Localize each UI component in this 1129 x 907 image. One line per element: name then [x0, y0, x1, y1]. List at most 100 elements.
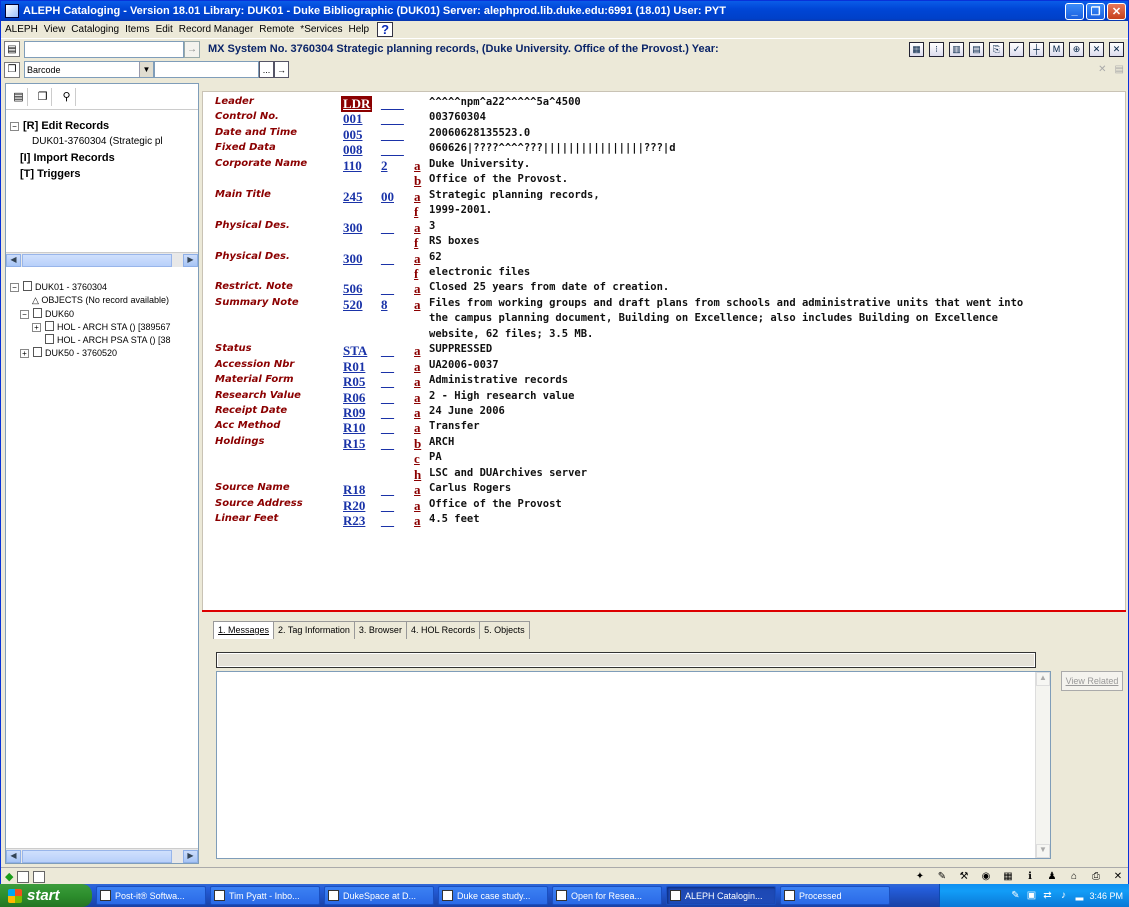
tree-hol-arch-psa[interactable]: HOL - ARCH PSA STA () [38: [45, 334, 171, 345]
tab-hol-records[interactable]: 4. HOL Records: [405, 621, 481, 639]
nav-record-icon[interactable]: ▤: [10, 87, 28, 106]
tab-tag-information[interactable]: 2. Tag Information: [273, 621, 355, 639]
tree-edit-records[interactable]: − [R] Edit Records: [10, 120, 109, 132]
marc-field-row[interactable]: Research Value R06 __ a 2 - High research va…: [203, 390, 1123, 405]
tree-duk01[interactable]: − DUK01 - 3760304: [10, 281, 107, 292]
search-go-button[interactable]: →: [274, 61, 289, 78]
menu-remote[interactable]: Remote: [259, 24, 294, 35]
menu-cataloging[interactable]: Cataloging: [71, 24, 119, 35]
tree-view-icon[interactable]: ⁝: [929, 41, 944, 57]
person-icon[interactable]: ♟: [1044, 870, 1060, 884]
marc-field-row[interactable]: the campus planning document, Building o…: [203, 312, 1123, 327]
info-icon[interactable]: ℹ: [1022, 870, 1038, 884]
printer-icon[interactable]: ⎙: [1088, 870, 1104, 884]
splitter-bar[interactable]: [202, 610, 1126, 612]
start-button[interactable]: start: [0, 884, 92, 907]
marc-field-row[interactable]: Status STA __ a SUPPRESSED: [203, 343, 1123, 358]
browse-button[interactable]: ...: [259, 61, 274, 78]
marc-field-row[interactable]: Physical Des. 300 __ a 3: [203, 220, 1123, 235]
nav-window-icon[interactable]: ❐: [34, 87, 52, 106]
field-value[interactable]: RS boxes: [429, 235, 480, 247]
expand-icon[interactable]: +: [20, 349, 29, 358]
scroll-up-icon[interactable]: ▲: [1036, 672, 1050, 686]
field-value[interactable]: 24 June 2006: [429, 405, 505, 417]
search-input[interactable]: [154, 61, 259, 78]
marc-field-row[interactable]: Receipt Date R09 __ a 24 June 2006: [203, 405, 1123, 420]
marc-field-row[interactable]: Accession Nbr R01 __ a UA2006-0037: [203, 359, 1123, 374]
tree-import-records[interactable]: [I] Import Records: [20, 152, 115, 164]
home-icon[interactable]: ⌂: [1066, 870, 1082, 884]
marc-field-row[interactable]: f 1999-2001.: [203, 204, 1123, 219]
close-button[interactable]: ✕: [1107, 2, 1126, 20]
menu-help[interactable]: Help: [349, 24, 370, 35]
field-value[interactable]: UA2006-0037: [429, 359, 499, 371]
field-value[interactable]: Duke University.: [429, 158, 530, 170]
window-icon[interactable]: ❐: [4, 61, 20, 78]
menu-edit[interactable]: Edit: [156, 24, 173, 35]
tree-triggers[interactable]: [T] Triggers: [20, 168, 81, 180]
split-icon[interactable]: ┼: [1029, 41, 1044, 57]
expand-icon[interactable]: ⊕: [1069, 41, 1084, 57]
marc-field-row[interactable]: Linear Feet R23 __ a 4.5 feet: [203, 513, 1123, 528]
marc-field-row[interactable]: Summary Note 520 8 a Files from working grou…: [203, 297, 1123, 312]
pen-icon[interactable]: ✎: [934, 870, 950, 884]
tray-monitor-icon[interactable]: ▣: [1025, 890, 1037, 902]
field-value[interactable]: 3: [429, 220, 435, 232]
messages-list[interactable]: ▲ ▼: [216, 671, 1051, 859]
go-arrow-button[interactable]: →: [184, 40, 200, 58]
field-value[interactable]: electronic files: [429, 266, 530, 278]
collapse-icon[interactable]: −: [10, 122, 19, 131]
search-type-select[interactable]: Barcode ▼: [24, 61, 154, 78]
tree-duk60[interactable]: − DUK60: [20, 308, 74, 319]
marc-field-row[interactable]: Physical Des. 300 __ a 62: [203, 251, 1123, 266]
exit-icon[interactable]: ✕: [1110, 870, 1126, 884]
task-open-for-research[interactable]: Open for Resea...: [552, 886, 662, 905]
table-icon[interactable]: ▥: [949, 41, 964, 57]
task-postit[interactable]: Post-it® Softwa...: [96, 886, 206, 905]
marc-field-row[interactable]: Restrict. Note 506 __ a Closed 25 years from…: [203, 281, 1123, 296]
marc-field-row[interactable]: Corporate Name 110 2 a Duke University.: [203, 158, 1123, 173]
collapse-icon[interactable]: −: [20, 310, 29, 319]
menu-view[interactable]: View: [44, 24, 66, 35]
tab-messages[interactable]: 1. Messages: [213, 621, 275, 639]
record-icon[interactable]: ▤: [4, 41, 20, 57]
marc-field-row[interactable]: f electronic files: [203, 266, 1123, 281]
marc-field-row[interactable]: c PA: [203, 451, 1123, 466]
tray-signal-icon[interactable]: ▂: [1073, 890, 1085, 902]
binoculars-icon[interactable]: ⚲: [58, 87, 76, 106]
field-value[interactable]: SUPPRESSED: [429, 343, 492, 355]
copy-icon[interactable]: ⎘: [989, 41, 1004, 57]
task-duke-case-study[interactable]: Duke case study...: [438, 886, 548, 905]
marc-field-row[interactable]: h LSC and DUArchives server: [203, 467, 1123, 482]
record-number-input[interactable]: [24, 40, 184, 58]
close-doc-icon[interactable]: ✕: [1089, 41, 1104, 57]
tree-hol-arch-sta[interactable]: + HOL - ARCH STA () [389567: [32, 321, 171, 332]
field-value[interactable]: LSC and DUArchives server: [429, 467, 587, 479]
field-value[interactable]: 1999-2001.: [429, 204, 492, 216]
globe-icon[interactable]: ◉: [978, 870, 994, 884]
tree-duk50[interactable]: + DUK50 - 3760520: [20, 347, 117, 358]
field-value[interactable]: Office of the Provost: [429, 498, 562, 510]
tree-record-duk01[interactable]: DUK01-3760304 (Strategic pl: [32, 136, 163, 147]
scroll-left-icon[interactable]: ◀: [6, 254, 21, 267]
marc-field-row[interactable]: Source Address R20 __ a Office of the Provos…: [203, 498, 1123, 513]
help-icon[interactable]: ?: [377, 22, 394, 37]
task-thunderbird[interactable]: Tim Pyatt - Inbo...: [210, 886, 320, 905]
tray-speaker-icon[interactable]: ♪: [1057, 890, 1069, 902]
field-value[interactable]: 060626|????^^^^???||||||||||||||||???|d: [429, 142, 676, 154]
task-aleph[interactable]: ALEPH Catalogin...: [666, 886, 776, 905]
messages-vscrollbar[interactable]: ▲ ▼: [1035, 672, 1050, 858]
field-value[interactable]: website, 62 files; 3.5 MB.: [429, 328, 593, 340]
tab-objects[interactable]: 5. Objects: [479, 621, 530, 639]
marc-field-row[interactable]: Main Title 245 00 a Strategic planning recor…: [203, 189, 1123, 204]
field-value[interactable]: PA: [429, 451, 442, 463]
tree2-hscrollbar[interactable]: ◀ ▶: [6, 848, 198, 863]
field-value[interactable]: the campus planning document, Building o…: [429, 312, 998, 324]
scroll-thumb[interactable]: [22, 254, 172, 267]
view-related-button[interactable]: View Related: [1061, 671, 1123, 691]
scroll-left-icon[interactable]: ◀: [6, 850, 21, 863]
marc-field-row[interactable]: Date and Time 005 __ _ 20060628135523.0: [203, 127, 1123, 142]
list-icon[interactable]: ▤: [969, 41, 984, 57]
field-value[interactable]: Carlus Rogers: [429, 482, 511, 494]
tray-network-icon[interactable]: ⇄: [1041, 890, 1053, 902]
